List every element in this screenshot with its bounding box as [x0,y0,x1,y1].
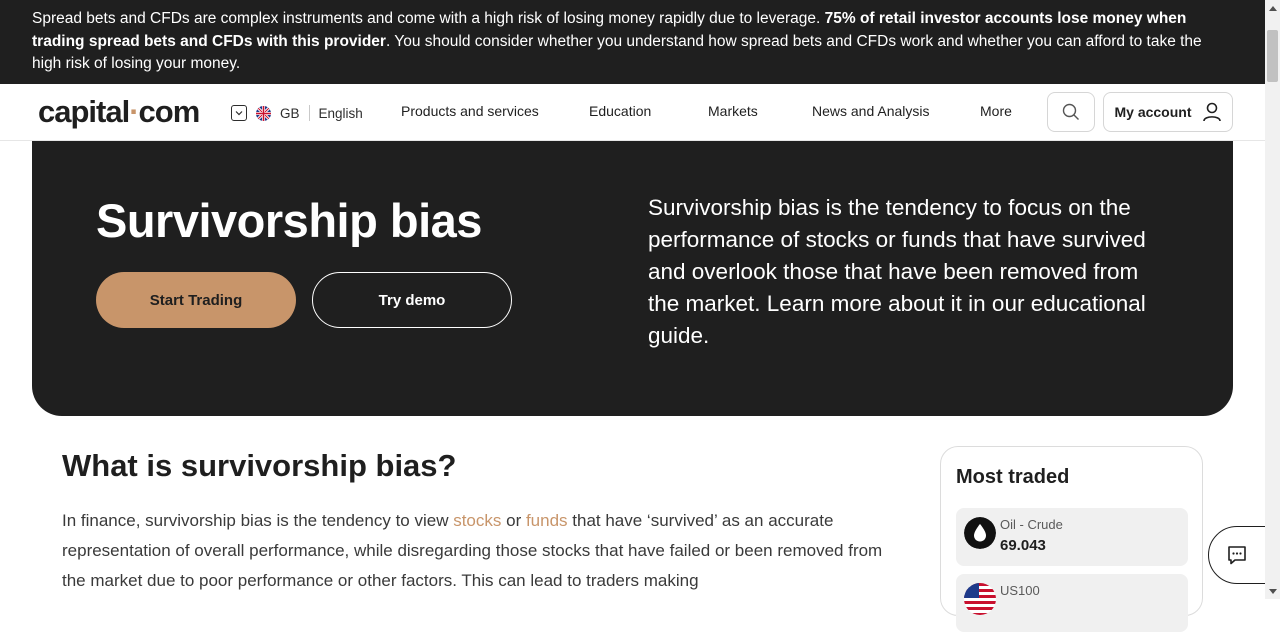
risk-warning-banner: Spread bets and CFDs are complex instrum… [0,0,1265,84]
start-trading-button[interactable]: Start Trading [96,272,296,328]
nav-more[interactable]: More [980,103,1012,119]
page-title: Survivorship bias [96,194,482,247]
oil-drop-icon [964,517,996,549]
logo-dot: · [129,94,139,129]
region-code: GB [280,105,300,121]
hero-section: Survivorship bias Start Trading Try demo… [32,141,1233,416]
locale-selector[interactable]: GB English [231,103,363,123]
search-icon [1062,103,1079,120]
scroll-up-arrow-icon[interactable] [1265,0,1280,15]
most-traded-panel: Most traded Oil - Crude 69.043 US100 [940,446,1203,632]
nav-news-and-analysis[interactable]: News and Analysis [812,103,930,119]
language-label: English [318,105,363,121]
funds-link[interactable]: funds [526,511,568,530]
logo-text-end: com [138,94,201,129]
paragraph-text: or [501,511,526,530]
chevron-down-icon [231,105,247,121]
paragraph-text: In finance, survivorship bias is the ten… [62,511,454,530]
article-paragraph: In finance, survivorship bias is the ten… [62,506,908,596]
nav-education[interactable]: Education [589,103,651,119]
uk-flag-icon [256,105,271,121]
logo-text-main: capital [38,94,130,129]
hero-description: Survivorship bias is the tendency to foc… [648,195,1146,348]
stocks-link[interactable]: stocks [453,511,501,530]
scrollbar-thumb[interactable] [1267,30,1278,82]
instrument-name: US100 [1000,583,1040,598]
user-icon [1202,102,1221,122]
locale-divider [308,105,310,121]
instrument-name: Oil - Crude [1000,517,1063,532]
scroll-down-arrow-icon[interactable] [1265,584,1280,599]
my-account-button[interactable]: My account [1103,92,1233,132]
us-flag-icon [964,583,996,615]
most-traded-title: Most traded [956,466,1070,488]
site-header: capital·com GB English Products and serv… [0,84,1265,141]
article-heading: What is survivorship bias? [62,448,457,483]
instrument-price: 69.043 [1000,537,1046,554]
nav-products-and-services[interactable]: Products and services [401,103,539,119]
try-demo-button[interactable]: Try demo [312,272,512,328]
most-traded-item[interactable]: Oil - Crude 69.043 [956,508,1188,566]
my-account-label: My account [1114,104,1192,120]
search-button[interactable] [1047,92,1095,132]
capital-logo[interactable]: capital·com [38,94,201,130]
risk-text: Spread bets and CFDs are complex instrum… [32,10,825,27]
most-traded-item[interactable]: US100 [956,574,1188,632]
chat-icon [1228,546,1246,565]
page-scrollbar[interactable] [1265,0,1280,599]
nav-markets[interactable]: Markets [708,103,758,119]
